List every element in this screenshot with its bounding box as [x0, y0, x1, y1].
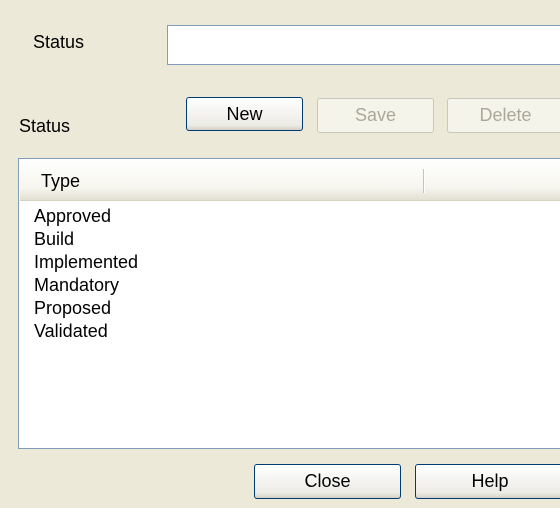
- new-button[interactable]: New: [186, 97, 303, 131]
- status-type-list[interactable]: Type Approved Build Implemented Mandator…: [18, 158, 560, 449]
- list-header[interactable]: Type: [20, 160, 560, 201]
- list-item[interactable]: Build: [34, 228, 138, 251]
- close-button[interactable]: Close: [254, 464, 401, 499]
- list-item[interactable]: Proposed: [34, 297, 138, 320]
- list-rows: Approved Build Implemented Mandatory Pro…: [34, 205, 138, 343]
- list-item[interactable]: Implemented: [34, 251, 138, 274]
- column-header-type[interactable]: Type: [41, 170, 80, 192]
- help-button[interactable]: Help: [415, 464, 560, 499]
- status-input[interactable]: [167, 25, 560, 65]
- list-item[interactable]: Approved: [34, 205, 138, 228]
- delete-button[interactable]: Delete: [447, 98, 560, 133]
- status-field-label: Status: [33, 32, 85, 52]
- column-divider[interactable]: [423, 169, 424, 193]
- list-item[interactable]: Validated: [34, 320, 138, 343]
- status-section-label: Status: [19, 116, 71, 136]
- save-button[interactable]: Save: [317, 98, 434, 133]
- list-item[interactable]: Mandatory: [34, 274, 138, 297]
